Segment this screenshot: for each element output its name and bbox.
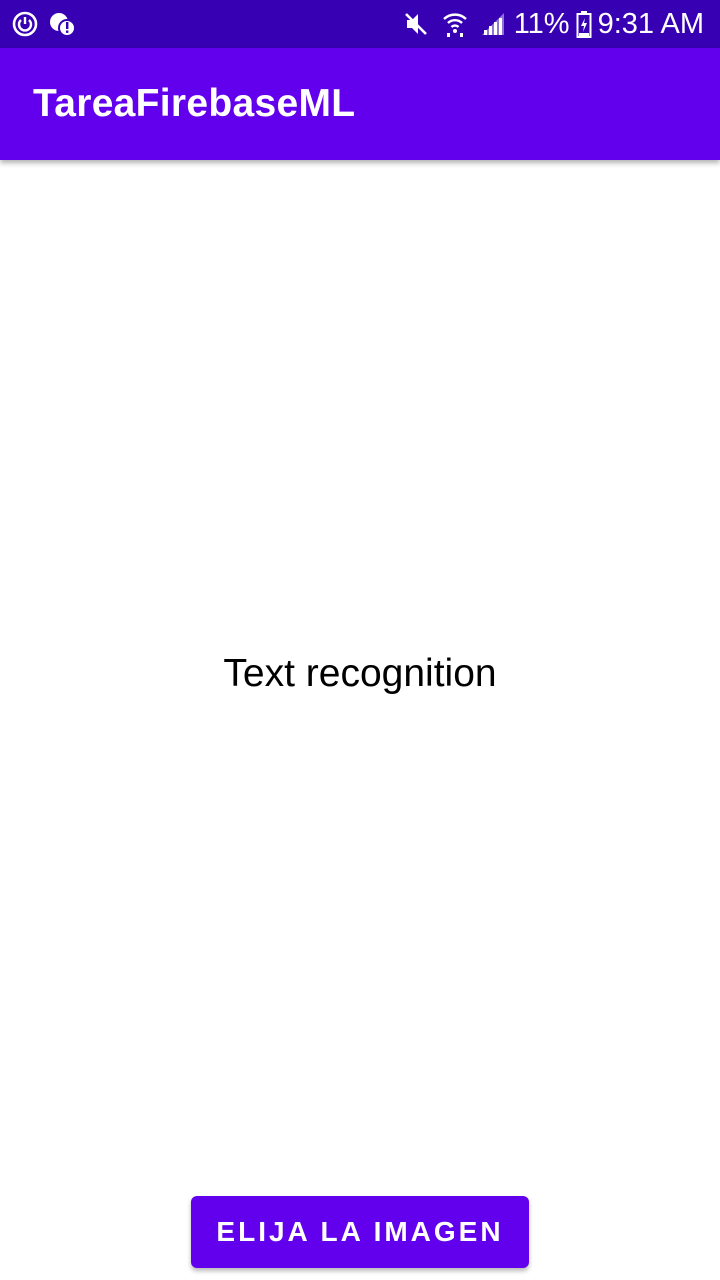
- signal-icon: [480, 11, 506, 37]
- status-bar: 11% 9:31 AM: [0, 0, 720, 48]
- app-bar: TareaFirebaseML: [0, 48, 720, 160]
- notification-alert-icon: [48, 11, 76, 37]
- recognition-text: Text recognition: [223, 652, 497, 695]
- mute-icon: [402, 10, 430, 38]
- battery-icon: [576, 10, 592, 38]
- battery-percent: 11%: [513, 7, 570, 40]
- wifi-icon: [442, 10, 468, 38]
- status-right-group: 11% 9:31 AM: [390, 8, 704, 41]
- app-title: TareaFirebaseML: [33, 82, 356, 125]
- sync-icon: [12, 11, 38, 37]
- status-time: 9:31 AM: [597, 7, 704, 40]
- status-left-group: [12, 11, 86, 37]
- main-content: Text recognition: [0, 160, 720, 1280]
- choose-image-button[interactable]: ELIJA LA IMAGEN: [191, 1196, 529, 1268]
